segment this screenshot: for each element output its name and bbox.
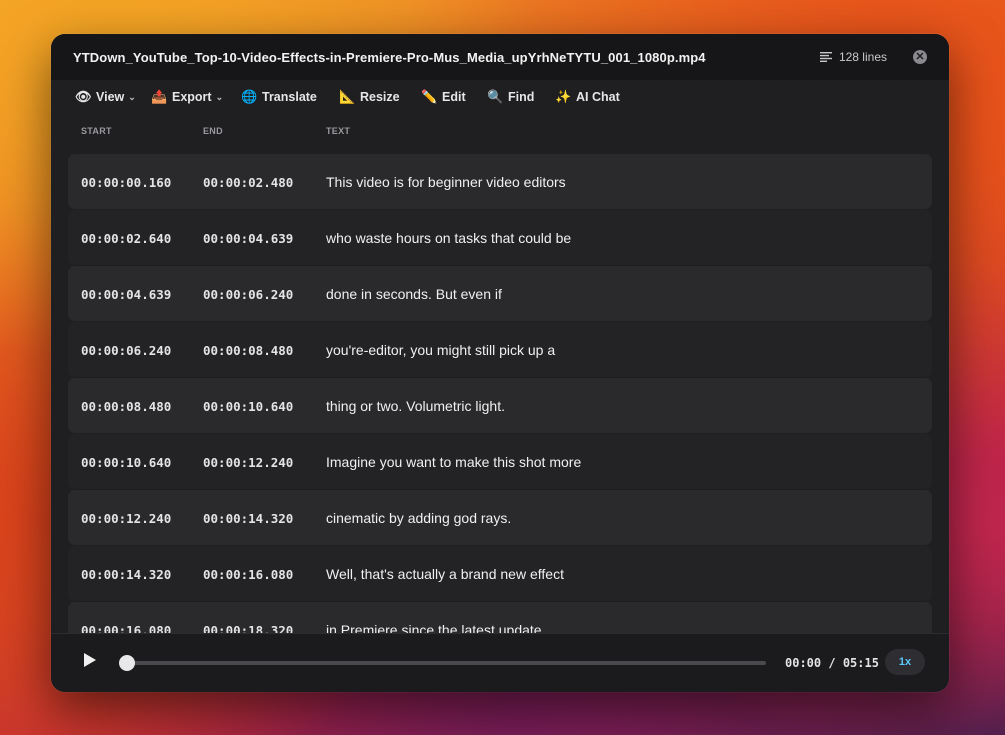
end-time[interactable]: 00:00:12.240	[203, 455, 293, 470]
end-time[interactable]: 00:00:14.320	[203, 511, 293, 526]
export-icon: 📤	[151, 89, 168, 104]
toolbar-label: View	[96, 90, 125, 104]
toolbar-ai-chat-button[interactable]: ✨ AI Chat	[555, 88, 620, 106]
ruler-icon: 📐	[339, 89, 356, 104]
subtitle-window: YTDown_YouTube_Top-10-Video-Effects-in-P…	[51, 34, 949, 692]
eye-icon: 👁	[75, 89, 92, 104]
subtitle-row[interactable]: 00:00:06.240 00:00:08.480 you're-editor, y…	[68, 322, 932, 377]
toolbar-edit-button[interactable]: ✏️ Edit	[421, 88, 466, 106]
subtitle-row[interactable]: 00:00:14.320 00:00:16.080 Well, that's act…	[68, 546, 932, 601]
column-header-start: START	[81, 126, 112, 136]
time-readout: 00:00 / 05:15	[785, 656, 879, 670]
subtitle-row[interactable]: 00:00:08.480 00:00:10.640 thing or two. Vo…	[68, 378, 932, 433]
sparkles-icon: ✨	[555, 89, 572, 104]
start-time[interactable]: 00:00:12.240	[81, 511, 171, 526]
subtitle-text[interactable]: who waste hours on tasks that could be	[326, 230, 571, 246]
pencil-icon: ✏️	[421, 89, 438, 104]
progress-thumb[interactable]	[119, 655, 135, 671]
window-title: YTDown_YouTube_Top-10-Video-Effects-in-P…	[73, 50, 706, 65]
toolbar-label: Find	[508, 90, 535, 104]
subtitle-row[interactable]: 00:00:12.240 00:00:14.320 cinematic by add…	[68, 490, 932, 545]
toolbar-translate-button[interactable]: 🌐 Translate	[241, 88, 317, 106]
subtitle-row[interactable]: 00:00:02.640 00:00:04.639 who waste hours …	[68, 210, 932, 265]
toolbar-label: Translate	[262, 90, 317, 104]
globe-icon: 🌐	[241, 89, 258, 104]
subtitle-text[interactable]: thing or two. Volumetric light.	[326, 398, 505, 414]
subtitle-row[interactable]: 00:00:16.080 00:00:18.320 in Premiere sinc…	[68, 602, 932, 634]
subtitle-list[interactable]: 00:00:00.160 00:00:02.480 This video is fo…	[68, 154, 932, 634]
toolbar-view-button[interactable]: 👁 View ⌄	[75, 88, 136, 106]
lines-count: 128 lines	[838, 50, 887, 64]
play-icon[interactable]	[84, 653, 96, 667]
playback-speed-button[interactable]: 1x	[885, 649, 925, 675]
start-time[interactable]: 00:00:10.640	[81, 455, 171, 470]
progress-track[interactable]	[119, 655, 766, 671]
total-duration: 05:15	[842, 656, 879, 670]
start-time[interactable]: 00:00:02.640	[81, 231, 171, 246]
subtitle-text[interactable]: Imagine you want to make this shot more	[326, 454, 581, 470]
end-time[interactable]: 00:00:10.640	[203, 399, 293, 414]
start-time[interactable]: 00:00:14.320	[81, 567, 171, 582]
toolbar-export-button[interactable]: 📤 Export ⌄	[151, 88, 223, 106]
end-time[interactable]: 00:00:06.240	[203, 287, 293, 302]
magnifier-icon: 🔍	[487, 89, 504, 104]
subtitle-row[interactable]: 00:00:00.160 00:00:02.480 This video is fo…	[68, 154, 932, 209]
start-time[interactable]: 00:00:04.639	[81, 287, 171, 302]
toolbar-find-button[interactable]: 🔍 Find	[487, 88, 534, 106]
start-time[interactable]: 00:00:08.480	[81, 399, 171, 414]
time-separator: /	[828, 656, 836, 670]
lines-icon	[819, 52, 832, 62]
line-count-info: 128 lines	[819, 50, 887, 64]
subtitle-text[interactable]: cinematic by adding god rays.	[326, 510, 511, 526]
toolbar-label: AI Chat	[576, 90, 620, 104]
current-time: 00:00	[785, 656, 822, 670]
subtitle-row[interactable]: 00:00:04.639 00:00:06.240 done in seconds.…	[68, 266, 932, 321]
subtitle-text[interactable]: This video is for beginner video editors	[326, 174, 566, 190]
start-time[interactable]: 00:00:06.240	[81, 343, 171, 358]
toolbar-label: Export	[172, 90, 212, 104]
chevron-down-icon: ⌄	[215, 91, 224, 102]
toolbar: 👁 View ⌄ 📤 Export ⌄ 🌐 Translate 📐 Resize ✏️ Edit 🔍 Fi…	[51, 80, 949, 114]
end-time[interactable]: 00:00:08.480	[203, 343, 293, 358]
player-bar: 00:00 / 05:15 1x	[51, 633, 949, 692]
end-time[interactable]: 00:00:04.639	[203, 231, 293, 246]
subtitle-text[interactable]: you're-editor, you might still pick up a	[326, 342, 555, 358]
toolbar-label: Resize	[360, 90, 400, 104]
close-icon[interactable]: ✕	[913, 50, 927, 64]
title-bar: YTDown_YouTube_Top-10-Video-Effects-in-P…	[51, 34, 949, 80]
subtitle-row[interactable]: 00:00:10.640 00:00:12.240 Imagine you want…	[68, 434, 932, 489]
column-header-end: END	[203, 126, 223, 136]
subtitle-text[interactable]: Well, that's actually a brand new effect	[326, 566, 564, 582]
end-time[interactable]: 00:00:16.080	[203, 567, 293, 582]
column-header-text: TEXT	[326, 126, 351, 136]
start-time[interactable]: 00:00:00.160	[81, 175, 171, 190]
toolbar-label: Edit	[442, 90, 466, 104]
subtitle-text[interactable]: done in seconds. But even if	[326, 286, 502, 302]
end-time[interactable]: 00:00:02.480	[203, 175, 293, 190]
chevron-down-icon: ⌄	[128, 91, 136, 102]
toolbar-resize-button[interactable]: 📐 Resize	[339, 88, 400, 106]
